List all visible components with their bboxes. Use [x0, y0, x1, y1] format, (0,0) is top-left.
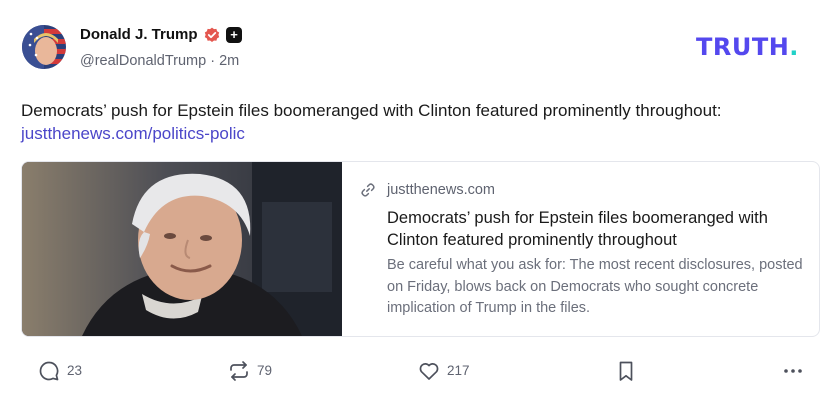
heart-icon: [419, 363, 439, 380]
bookmark-button[interactable]: [614, 359, 638, 383]
link-icon: [361, 183, 375, 197]
author-name[interactable]: Donald J. Trump: [80, 26, 198, 43]
truth-logo[interactable]: TRUTH.: [696, 33, 799, 61]
logo-text: TRUTH: [696, 33, 790, 61]
author-handle-line: @realDonaldTrump · 2m: [80, 53, 239, 69]
reply-count: 23: [67, 363, 83, 378]
avatar[interactable]: [22, 25, 66, 69]
more-button[interactable]: [781, 359, 805, 383]
verified-badge-icon: [204, 27, 220, 42]
retruth-button[interactable]: 79: [227, 359, 287, 383]
separator: ·: [210, 53, 216, 69]
news-photo: [22, 162, 342, 336]
logo-dot: .: [789, 33, 799, 61]
post-time[interactable]: 2m: [219, 53, 239, 69]
card-description: Be careful what you ask for: The most re…: [387, 257, 803, 316]
card-title[interactable]: Democrats’ push for Epstein files boomer…: [387, 207, 807, 251]
plus-icon: +: [226, 27, 242, 43]
avatar-image: [22, 25, 66, 69]
bookmark-icon: [619, 361, 633, 381]
retruth-icon: [230, 361, 248, 381]
like-count: 217: [447, 363, 470, 378]
like-button[interactable]: 217: [417, 359, 481, 383]
author-handle[interactable]: @realDonaldTrump: [80, 53, 206, 69]
reply-icon: [39, 361, 59, 381]
post-link[interactable]: justthenews.com/politics-polic: [21, 123, 245, 145]
link-preview-card[interactable]: justthenews.com Democrats’ push for Epst…: [21, 161, 820, 337]
reply-button[interactable]: 23: [37, 359, 97, 383]
post-text: Democrats’ push for Epstein files boomer…: [21, 101, 722, 120]
card-image: [22, 162, 342, 336]
truth-post: Donald J. Trump + @realDonaldTrump · 2m …: [0, 0, 840, 406]
retruth-count: 79: [257, 363, 273, 378]
card-domain: justthenews.com: [387, 182, 495, 198]
more-icon: [784, 369, 802, 373]
